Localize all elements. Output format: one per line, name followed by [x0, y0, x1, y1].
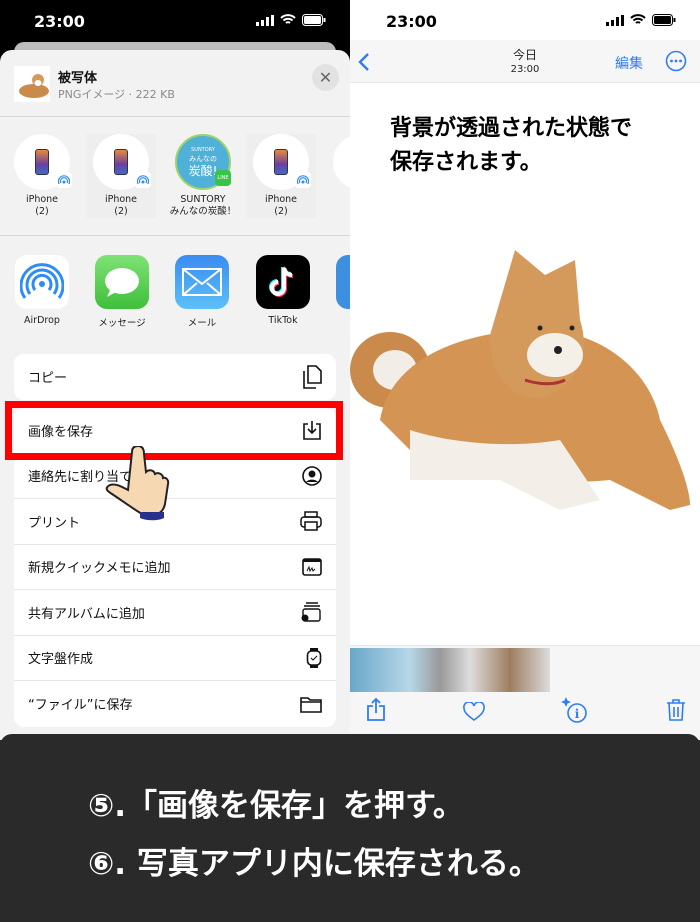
person-count: (2)	[274, 206, 288, 217]
caption-line-2: ⑥. 写真アプリ内に保存される。	[88, 846, 540, 882]
image-thumbnail	[14, 66, 50, 102]
instruction-caption: ⑤.「画像を保存」を押す。 ⑥. 写真アプリ内に保存される。	[0, 734, 700, 922]
mail-icon	[175, 255, 229, 309]
share-title: 被写体	[58, 71, 98, 86]
annotation-line: 背景が透過された状態で	[390, 116, 633, 141]
battery-icon	[652, 14, 676, 26]
person-iphone-2[interactable]: iPhone (2)	[86, 134, 156, 218]
shared-album-icon	[301, 602, 321, 622]
quick-note-icon	[302, 557, 322, 576]
share-subtitle: PNGイメージ · 222 KB	[58, 88, 175, 101]
copy-group: コピー	[14, 354, 336, 400]
app-messages[interactable]: メッセージ	[90, 255, 154, 329]
action-shared-album[interactable]: 共有アルバムに追加	[14, 590, 336, 636]
divider	[0, 235, 350, 236]
person-partial[interactable]: 呟	[326, 134, 350, 206]
action-label: 文字盤作成	[28, 652, 94, 668]
close-icon: ✕	[318, 68, 333, 87]
annotation-text: 背景が透過された状態で 保存されます。	[390, 112, 632, 180]
app-label: メール	[187, 318, 217, 329]
iphone-icon	[274, 149, 288, 175]
app-label: TikTok	[268, 315, 298, 326]
action-label: 新規クイックメモに追加	[28, 561, 171, 577]
person-count: みんなの炭酸！	[169, 206, 237, 217]
annotation-line: 保存されます。	[390, 150, 542, 175]
person-name: iPhone	[25, 194, 59, 205]
contact-icon	[302, 465, 322, 486]
airdrop-icon	[15, 255, 69, 309]
watch-icon	[306, 647, 322, 668]
suntory-logo: SUNTORY みんなの 炭酸! LINE	[175, 134, 231, 190]
person-iphone-1[interactable]: iPhone (2)	[7, 134, 77, 218]
thumbnail-strip[interactable]	[350, 648, 550, 692]
app-partial[interactable]: T	[331, 255, 350, 326]
app-mail[interactable]: メール	[170, 255, 234, 329]
person-name: iPhone	[264, 194, 298, 205]
favorite-heart-icon[interactable]	[463, 702, 485, 722]
person-count: (2)	[114, 206, 128, 217]
airdrop-badge-icon	[295, 172, 311, 188]
wifi-icon	[280, 14, 296, 24]
app-tiktok[interactable]: TikTok	[251, 255, 315, 326]
caption-line-1: ⑤.「画像を保存」を押す。	[88, 788, 464, 824]
copy-icon	[303, 364, 322, 389]
status-icons	[606, 14, 676, 26]
tiktok-icon	[256, 255, 310, 309]
app-label: T	[331, 315, 350, 326]
folder-icon	[300, 696, 322, 713]
share-icon[interactable]	[366, 698, 386, 722]
messages-icon	[95, 255, 149, 309]
airdrop-badge-icon	[56, 172, 72, 188]
line-badge-icon: LINE	[215, 170, 231, 186]
status-time: 23:00	[386, 12, 437, 31]
person-name: iPhone	[104, 194, 138, 205]
signal-icon	[606, 14, 624, 26]
action-copy[interactable]: コピー	[14, 354, 336, 400]
share-sheet-screen: 23:00 被写体 PNGイメージ · 222 KB ✕ iPhone (2) …	[0, 0, 350, 740]
divider	[0, 116, 350, 117]
status-time: 23:00	[34, 12, 85, 31]
photos-bottom-bar: i	[350, 645, 700, 740]
battery-icon	[302, 14, 326, 26]
app-label: メッセージ	[98, 318, 146, 329]
close-button[interactable]: ✕	[312, 64, 339, 91]
edit-button[interactable]: 編集	[615, 53, 643, 73]
nav-title: 今日	[512, 48, 537, 62]
action-quick-note[interactable]: 新規クイックメモに追加	[14, 545, 336, 590]
more-icon[interactable]	[665, 50, 687, 72]
action-label: コピー	[28, 371, 68, 387]
dog-photo	[350, 250, 690, 510]
photos-screen: 23:00 今日 23:00 編集 背景が透過された状態で 保存されます。 i	[350, 0, 700, 740]
person-suntory[interactable]: SUNTORY みんなの 炭酸! LINE SUNTORY みんなの炭酸！	[168, 134, 238, 218]
app-label: AirDrop	[24, 315, 60, 326]
person-name: 呟	[326, 194, 350, 206]
wifi-icon	[630, 14, 646, 24]
app-airdrop[interactable]: AirDrop	[10, 255, 74, 326]
signal-icon	[256, 14, 274, 26]
person-name: SUNTORY	[180, 194, 226, 205]
action-label: プリント	[28, 515, 81, 531]
trash-icon[interactable]	[666, 698, 686, 722]
photos-nav-bar: 今日 23:00 編集	[350, 40, 700, 83]
nav-subtitle: 23:00	[510, 64, 540, 75]
action-label: “ファイル”に保存	[28, 698, 133, 714]
action-label: 共有アルバムに追加	[28, 606, 145, 622]
action-save-files[interactable]: “ファイル”に保存	[14, 681, 336, 727]
iphone-icon	[35, 149, 49, 175]
airdrop-badge-icon	[135, 172, 151, 188]
svg-text:i: i	[575, 707, 580, 721]
iphone-icon	[114, 149, 128, 175]
info-sparkle-icon[interactable]: i	[560, 696, 588, 724]
status-icons	[256, 14, 326, 26]
person-count: (2)	[35, 206, 49, 217]
pointing-hand-icon	[105, 446, 170, 521]
action-watch-face[interactable]: 文字盤作成	[14, 636, 336, 681]
printer-icon	[300, 511, 322, 531]
person-iphone-3[interactable]: iPhone (2)	[246, 134, 316, 218]
